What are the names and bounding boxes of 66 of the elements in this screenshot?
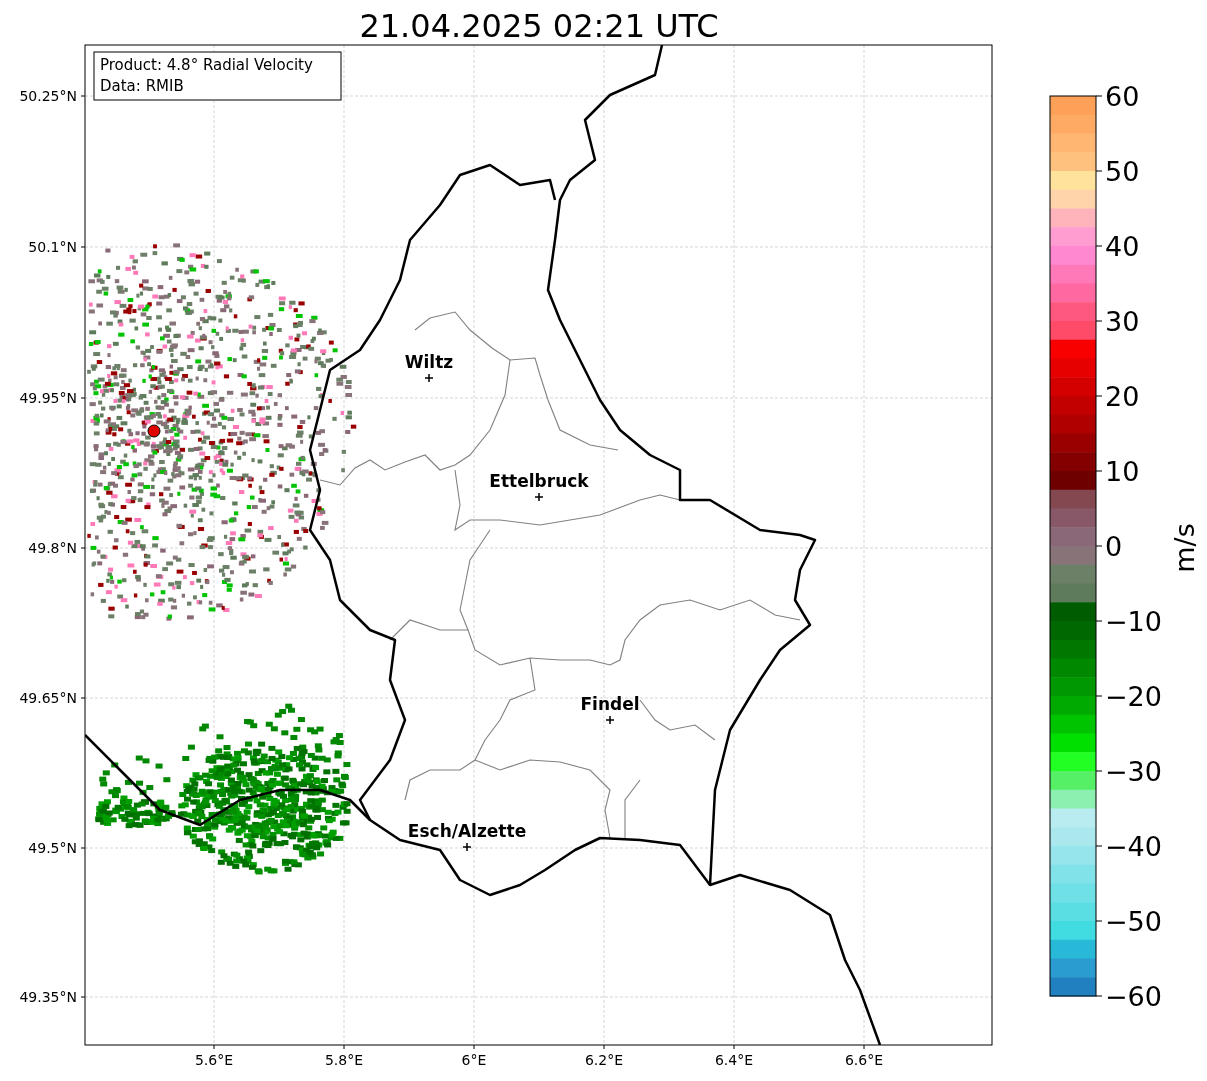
tick-mark: [1095, 395, 1103, 397]
tick-mark: [80, 95, 86, 97]
tick-mark: [1095, 170, 1103, 172]
colorbar-tick-label: −60: [1105, 981, 1162, 1012]
colorbar-tick-label: 60: [1105, 81, 1140, 112]
colorbar-tick-label: −50: [1105, 906, 1162, 937]
colorbar-unit-label: m/s: [1169, 523, 1200, 573]
axis-tick-label: 6.2°E: [584, 1052, 624, 1068]
axis-tick-label: 50.1°N: [28, 239, 77, 255]
axis-tick-label: 5.6°E: [194, 1052, 234, 1068]
axis-tick-label: 49.95°N: [19, 390, 77, 406]
tick-mark: [1095, 620, 1103, 622]
tick-mark: [1095, 245, 1103, 247]
chart-title: 21.04.2025 02:21 UTC: [359, 7, 719, 45]
colorbar-tick-label: 50: [1105, 156, 1140, 187]
city-marker-icon: [462, 842, 472, 852]
tick-mark: [1095, 470, 1103, 472]
tick-mark: [1095, 995, 1103, 997]
info-text: Data: RMIB: [100, 77, 184, 95]
tick-mark: [1095, 320, 1103, 322]
colorbar-tick-label: 0: [1105, 531, 1123, 562]
axis-tick-label: 49.5°N: [28, 840, 77, 856]
city-marker-icon: [534, 492, 544, 502]
colorbar-tick-label: −10: [1105, 606, 1162, 637]
tick-mark: [343, 1044, 345, 1050]
city-label: Ettelbruck: [489, 471, 589, 491]
tick-mark: [733, 1044, 735, 1050]
tick-mark: [1095, 95, 1103, 97]
tick-mark: [80, 697, 86, 699]
colorbar-tick-label: −40: [1105, 831, 1162, 862]
district-border: [624, 779, 641, 839]
city-marker-icon: [424, 373, 434, 383]
axis-tick-label: 49.65°N: [19, 690, 77, 706]
tick-mark: [603, 1044, 605, 1050]
colorbar-tick-label: 20: [1105, 381, 1140, 412]
tick-mark: [213, 1044, 215, 1050]
axis-tick-label: 6°E: [461, 1052, 487, 1068]
tick-mark: [473, 1044, 475, 1050]
axis-tick-label: 50.25°N: [19, 88, 77, 104]
tick-mark: [863, 1044, 865, 1050]
colorbar-tick-label: 40: [1105, 231, 1140, 262]
colorbar-tick-label: −30: [1105, 756, 1162, 787]
tick-mark: [80, 996, 86, 998]
colorbar-tick-label: −20: [1105, 681, 1162, 712]
tick-mark: [1095, 545, 1103, 547]
tick-mark: [80, 397, 86, 399]
axis-tick-label: 6.6°E: [844, 1052, 884, 1068]
info-text: Product: 4.8° Radial Velocity: [100, 56, 313, 74]
radar-site-marker: [147, 424, 161, 438]
tick-mark: [1095, 845, 1103, 847]
tick-mark: [80, 246, 86, 248]
axis-tick-label: 49.8°N: [28, 540, 77, 556]
tick-mark: [80, 847, 86, 849]
tick-mark: [1095, 770, 1103, 772]
axis-tick-label: 49.35°N: [19, 989, 77, 1005]
axis-tick-label: 6.4°E: [714, 1052, 754, 1068]
tick-mark: [80, 547, 86, 549]
tick-mark: [1095, 695, 1103, 697]
colorbar-tick-label: 10: [1105, 456, 1140, 487]
tick-mark: [1095, 920, 1103, 922]
city-label: Wiltz: [404, 352, 454, 372]
city-label: Findel: [580, 694, 640, 714]
axis-tick-label: 5.8°E: [324, 1052, 364, 1068]
city-marker-icon: [605, 715, 615, 725]
city-label: Esch/Alzette: [407, 821, 527, 841]
colorbar-tick-label: 30: [1105, 306, 1140, 337]
